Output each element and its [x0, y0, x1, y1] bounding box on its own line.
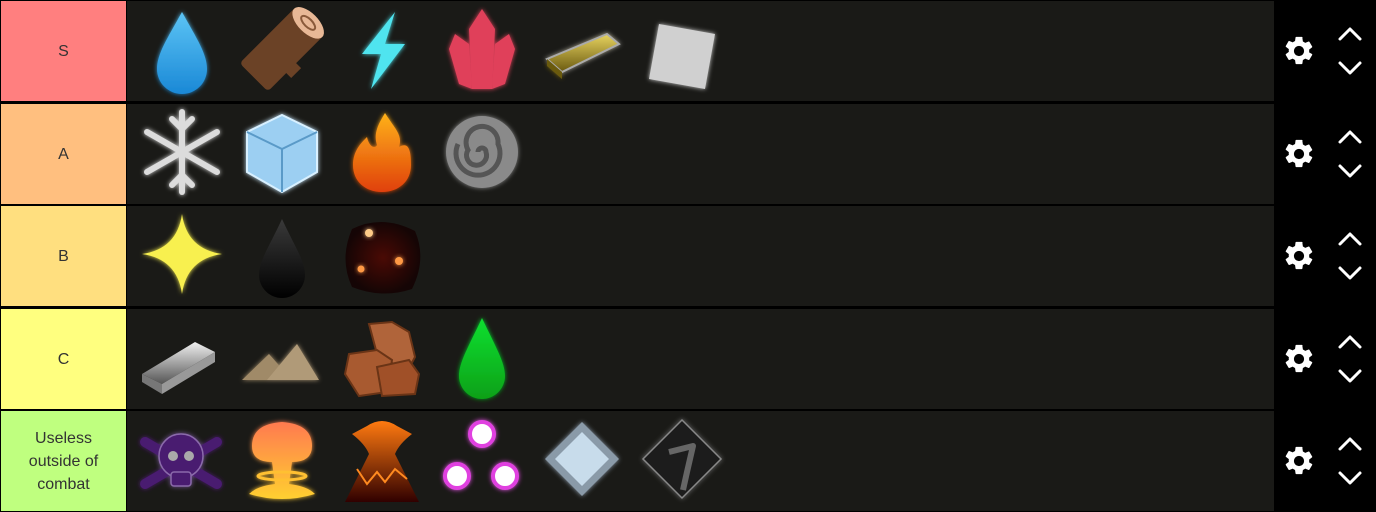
- tier-item[interactable]: [132, 104, 232, 204]
- rock-icon: [337, 312, 427, 407]
- tier-item[interactable]: [232, 206, 332, 306]
- crystal-icon: [437, 4, 527, 99]
- tier-item[interactable]: [132, 206, 232, 306]
- gear-icon[interactable]: [1282, 137, 1316, 171]
- snowflake-icon: [137, 107, 227, 202]
- chevron-up-icon[interactable]: [1336, 331, 1364, 353]
- lightning-icon: [337, 4, 427, 99]
- fire-icon: [337, 107, 427, 202]
- tier-item[interactable]: [132, 1, 232, 101]
- explosion-icon: [237, 414, 327, 509]
- gear-icon[interactable]: [1282, 239, 1316, 273]
- tier-label[interactable]: B: [1, 206, 126, 306]
- tier-item[interactable]: [532, 411, 632, 511]
- tier-row: A: [0, 104, 1376, 204]
- tier-label[interactable]: S: [1, 1, 126, 101]
- tier-item[interactable]: [132, 411, 232, 511]
- tier-item[interactable]: [232, 1, 332, 101]
- tier-item[interactable]: [632, 411, 732, 511]
- tier-list: S A B C Useless outside of combat: [0, 0, 1376, 512]
- tier-item[interactable]: [232, 411, 332, 511]
- light-sparkle-icon: [137, 209, 227, 304]
- tier-item[interactable]: [132, 309, 232, 409]
- chevron-down-icon[interactable]: [1336, 262, 1364, 284]
- move-arrows: [1336, 331, 1364, 387]
- tier-item[interactable]: [332, 1, 432, 101]
- chevron-up-icon[interactable]: [1336, 433, 1364, 455]
- paper-icon: [637, 4, 727, 99]
- move-arrows: [1336, 433, 1364, 489]
- tier-row: Useless outside of combat: [0, 411, 1376, 511]
- iron-bar-icon: [137, 312, 227, 407]
- tier-item[interactable]: [232, 104, 332, 204]
- tier-item[interactable]: [232, 309, 332, 409]
- gear-icon[interactable]: [1282, 34, 1316, 68]
- gold-bar-icon: [537, 4, 627, 99]
- ice-cube-icon: [237, 107, 327, 202]
- chevron-down-icon[interactable]: [1336, 160, 1364, 182]
- tier-items: [127, 104, 1274, 204]
- chevron-down-icon[interactable]: [1336, 467, 1364, 489]
- row-controls: [1274, 104, 1376, 204]
- chevron-down-icon[interactable]: [1336, 365, 1364, 387]
- tier-item[interactable]: [332, 309, 432, 409]
- tier-item[interactable]: [332, 411, 432, 511]
- tier-item[interactable]: [332, 206, 432, 306]
- volcano-icon: [337, 414, 427, 509]
- tier-items: [127, 1, 1274, 101]
- orbs-icon: [437, 414, 527, 509]
- tier-label[interactable]: Useless outside of combat: [1, 411, 126, 511]
- tier-items: [127, 309, 1274, 409]
- spiral-icon: [437, 107, 527, 202]
- chevron-down-icon[interactable]: [1336, 57, 1364, 79]
- gear-icon[interactable]: [1282, 444, 1316, 478]
- glass-diamond-icon: [537, 414, 627, 509]
- dark-drop-icon: [237, 209, 327, 304]
- tier-label[interactable]: A: [1, 104, 126, 204]
- chevron-up-icon[interactable]: [1336, 23, 1364, 45]
- sand-dunes-icon: [237, 312, 327, 407]
- tier-items: [127, 206, 1274, 306]
- tier-item[interactable]: [432, 309, 532, 409]
- tier-item[interactable]: [432, 1, 532, 101]
- tier-item[interactable]: [432, 104, 532, 204]
- row-controls: [1274, 1, 1376, 101]
- tier-item[interactable]: [332, 104, 432, 204]
- move-arrows: [1336, 23, 1364, 79]
- tier-row: B: [0, 206, 1376, 306]
- gear-icon[interactable]: [1282, 342, 1316, 376]
- tier-item[interactable]: [432, 411, 532, 511]
- tier-label[interactable]: C: [1, 309, 126, 409]
- row-controls: [1274, 411, 1376, 511]
- tier-row: C: [0, 309, 1376, 409]
- chevron-up-icon[interactable]: [1336, 126, 1364, 148]
- row-controls: [1274, 206, 1376, 306]
- tier-items: [127, 411, 1274, 511]
- tier-item[interactable]: [632, 1, 732, 101]
- magma-ember-icon: [337, 209, 427, 304]
- shadow-tile-icon: [637, 414, 727, 509]
- move-arrows: [1336, 126, 1364, 182]
- tier-row: S: [0, 1, 1376, 101]
- log-icon: [237, 4, 327, 99]
- chevron-up-icon[interactable]: [1336, 228, 1364, 250]
- green-drop-icon: [437, 312, 527, 407]
- move-arrows: [1336, 228, 1364, 284]
- tier-item[interactable]: [532, 1, 632, 101]
- poison-skull-icon: [137, 414, 227, 509]
- water-drop-icon: [137, 4, 227, 99]
- row-controls: [1274, 309, 1376, 409]
